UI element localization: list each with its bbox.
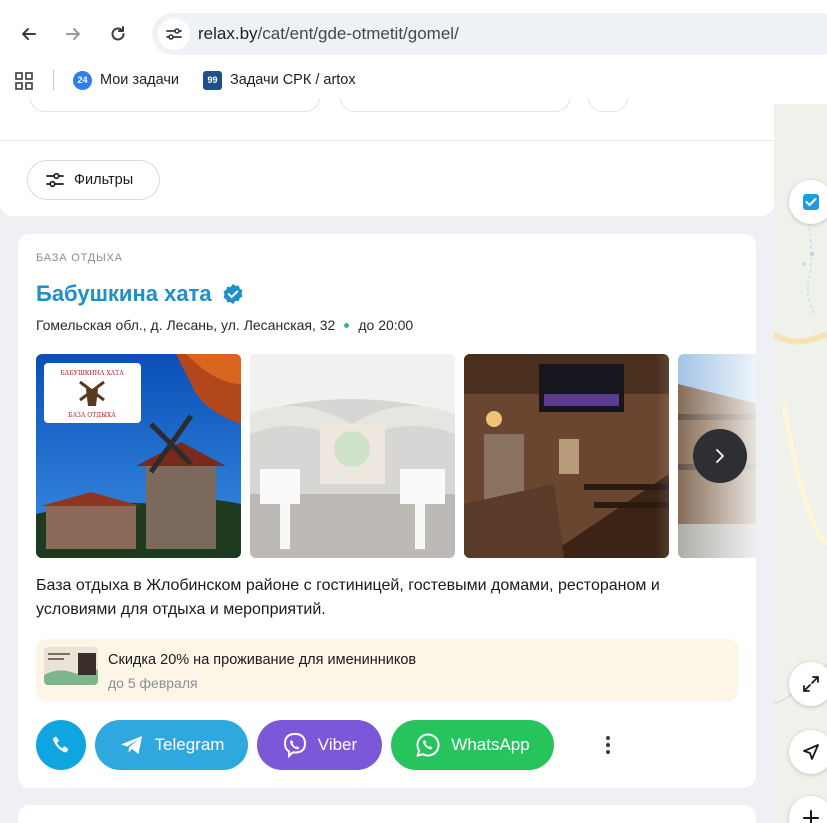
- sliders-icon: [46, 172, 64, 188]
- telegram-icon: [120, 736, 142, 754]
- bookmark-my-tasks[interactable]: 24 Мои задачи: [73, 69, 179, 91]
- address-bar[interactable]: relax.by/cat/ent/gde-otmetit/gomel/: [152, 13, 827, 55]
- listing-title[interactable]: Бабушкина хата: [36, 281, 212, 307]
- url-domain: relax.by: [198, 24, 258, 43]
- filters-label: Фильтры: [74, 172, 134, 188]
- category-chip[interactable]: [588, 98, 628, 112]
- promo-thumbnail: [44, 647, 98, 685]
- filters-button[interactable]: Фильтры: [27, 160, 160, 200]
- more-options-button[interactable]: [596, 733, 620, 757]
- promo-date: до 5 февраля: [108, 675, 198, 691]
- gallery-photo[interactable]: БАБУШКИНА ХАТА БАЗА ОТДЫХА: [36, 354, 241, 558]
- bookmarks-divider: [53, 70, 54, 90]
- back-button[interactable]: [14, 19, 44, 49]
- expand-icon: [803, 676, 819, 692]
- arrow-left-icon: [22, 28, 36, 40]
- telegram-button[interactable]: Telegram: [95, 720, 248, 770]
- bookmark-badge: 24: [73, 70, 92, 90]
- listing-title-row: Бабушкина хата: [36, 281, 244, 307]
- telegram-label: Telegram: [154, 735, 225, 754]
- url-text[interactable]: relax.by/cat/ent/gde-otmetit/gomel/: [198, 24, 459, 44]
- bookmark-label: Мои задачи: [100, 72, 180, 88]
- viber-label: Viber: [317, 735, 358, 754]
- bookmark-label: Задачи СРК / artox: [230, 72, 356, 88]
- phone-button[interactable]: [36, 720, 86, 770]
- listing-hours: до 20:00: [358, 317, 414, 333]
- promo-banner[interactable]: Скидка 20% на проживание для именинников…: [36, 639, 738, 701]
- verified-badge-icon: [223, 284, 243, 304]
- promo-title: Скидка 20% на проживание для именинников: [108, 652, 417, 668]
- open-status-dot: [344, 322, 350, 328]
- bookmarks-bar: 24 Мои задачи 99 Задачи СРК / artox: [0, 62, 827, 98]
- map-panel[interactable]: [774, 104, 827, 823]
- whatsapp-button[interactable]: WhatsApp: [391, 720, 554, 770]
- whatsapp-label: WhatsApp: [451, 735, 530, 754]
- tune-icon: [166, 28, 182, 40]
- dot-icon: [606, 743, 610, 747]
- forward-button[interactable]: [58, 19, 88, 49]
- listing-description: База отдыха в Жлобинском районе с гостин…: [36, 577, 660, 618]
- divider: [0, 140, 774, 141]
- site-info-button[interactable]: [158, 18, 190, 50]
- dot-icon: [606, 736, 610, 740]
- map-locate-button[interactable]: [789, 730, 827, 774]
- dot-icon: [606, 750, 610, 754]
- category-chip[interactable]: [30, 98, 320, 112]
- chevron-right-icon: [716, 449, 724, 463]
- reload-icon: [111, 26, 125, 41]
- category-chip[interactable]: [340, 98, 570, 112]
- listing-address: Гомельская обл., д. Лесань, ул. Лесанска…: [36, 317, 336, 333]
- arrow-right-icon: [66, 28, 80, 40]
- viber-icon: [283, 732, 306, 758]
- viber-button[interactable]: Viber: [257, 720, 382, 770]
- navigation-arrow-icon: [803, 744, 819, 760]
- listing-address-row: Гомельская обл., д. Лесань, ул. Лесанска…: [36, 317, 413, 333]
- plus-icon: [803, 810, 819, 823]
- filters-panel: Фильтры: [0, 98, 774, 216]
- browser-chrome: relax.by/cat/ent/gde-otmetit/gomel/ 24 М…: [0, 0, 827, 104]
- bookmark-srk-tasks[interactable]: 99 Задачи СРК / artox: [203, 69, 356, 91]
- gallery-photo[interactable]: [464, 354, 669, 558]
- reload-button[interactable]: [103, 19, 133, 49]
- listing-category: БАЗА ОТДЫХА: [36, 252, 123, 264]
- next-listing-card: [18, 805, 756, 823]
- photo-gallery[interactable]: БАБУШКИНА ХАТА БАЗА ОТДЫХА: [36, 354, 756, 558]
- logo-text: БАБУШКИНА ХАТА: [60, 370, 124, 377]
- phone-icon: [53, 736, 69, 753]
- gallery-photo[interactable]: [250, 354, 455, 558]
- url-path: /cat/ent/gde-otmetit/gomel/: [257, 24, 459, 43]
- bookmark-badge: 99: [203, 70, 222, 90]
- whatsapp-icon: [416, 733, 440, 757]
- map-fullscreen-button[interactable]: [789, 662, 827, 706]
- apps-grid-icon[interactable]: [14, 71, 34, 96]
- gallery-next-button[interactable]: [693, 429, 747, 483]
- logo-text: БАЗА ОТДЫХА: [68, 412, 116, 419]
- listing-card: БАЗА ОТДЫХА Бабушкина хата Гомельская об…: [18, 234, 756, 788]
- map-layer-toggle[interactable]: [789, 180, 827, 224]
- checkbox-checked-icon: [803, 194, 819, 210]
